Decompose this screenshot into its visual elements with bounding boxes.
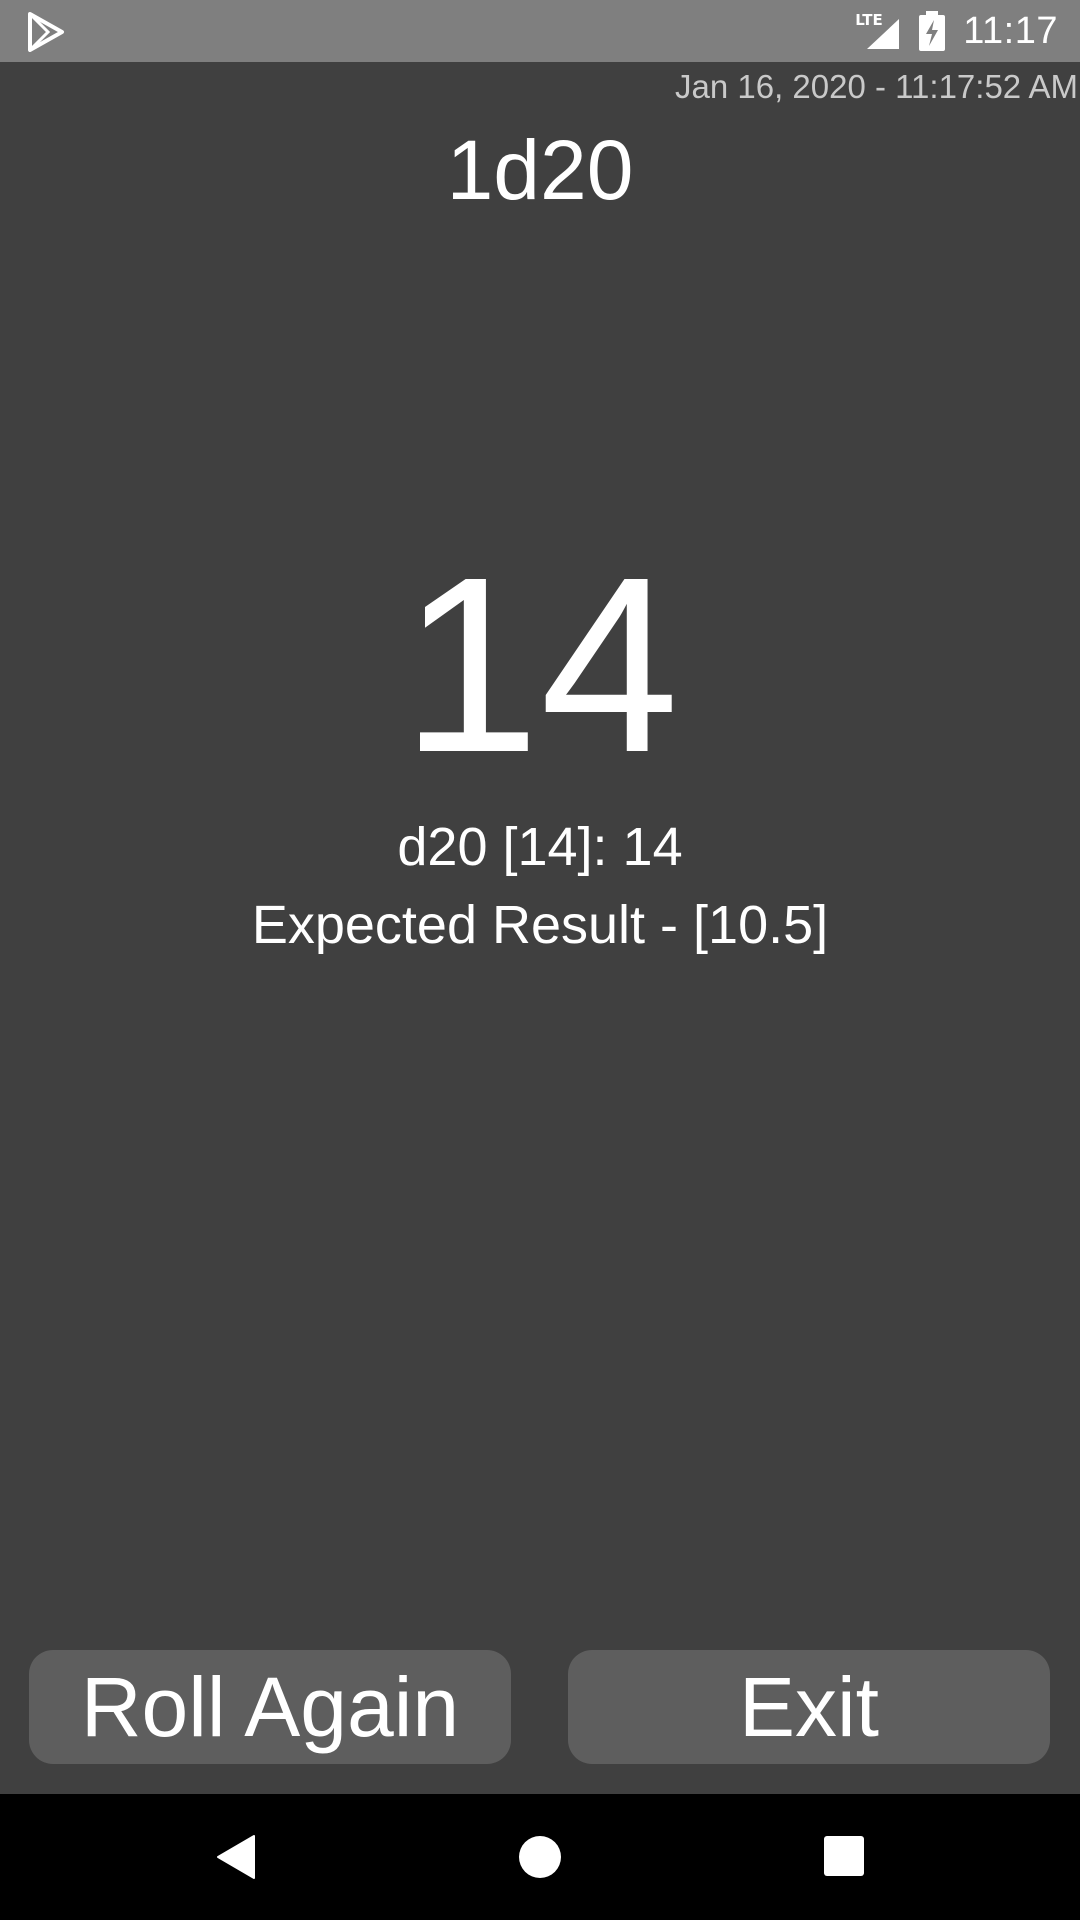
roll-timestamp: Jan 16, 2020 - 11:17:52 AM	[674, 68, 1078, 105]
roll-result: 14	[400, 525, 680, 804]
roll-again-button[interactable]: Roll Again	[29, 1650, 511, 1764]
status-time: 11:17	[963, 9, 1058, 52]
dice-roll-screen: LTE 11:17 Jan 16, 2020 - 11:17:52 AM 1d2…	[0, 0, 1080, 1920]
expected-result: Expected Result - [10.5]	[251, 895, 829, 955]
status-icons: LTE 11:17	[855, 0, 1058, 62]
recents-icon[interactable]	[824, 1836, 864, 1876]
status-bar: LTE 11:17	[0, 0, 1080, 62]
lte-signal-icon: LTE	[855, 11, 901, 51]
dice-notation-title: 1d20	[446, 123, 634, 217]
exit-button[interactable]: Exit	[568, 1650, 1050, 1764]
back-icon[interactable]	[216, 1834, 256, 1880]
roll-detail: d20 [14]: 14	[397, 817, 683, 877]
home-icon[interactable]	[519, 1836, 561, 1878]
play-store-icon	[28, 12, 64, 52]
battery-charging-icon	[919, 11, 946, 51]
navigation-bar	[0, 1794, 1080, 1920]
